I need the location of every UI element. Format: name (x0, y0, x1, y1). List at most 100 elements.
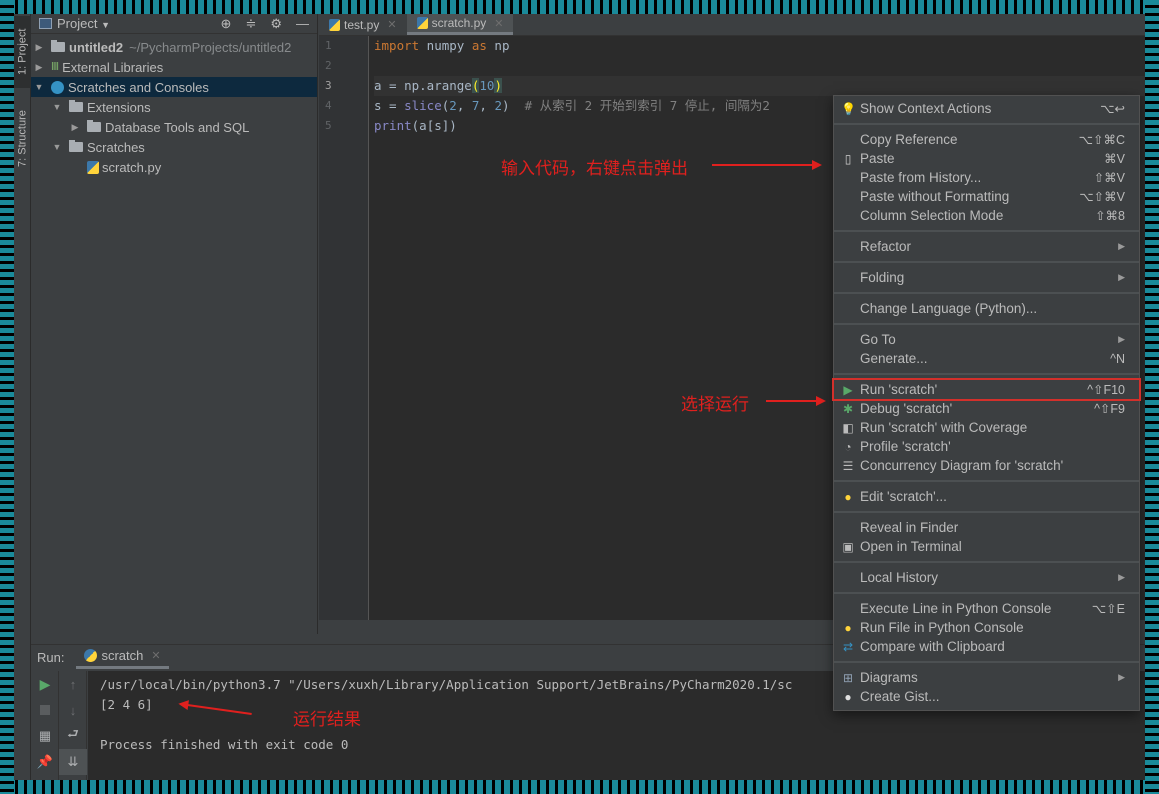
menu-item-shortcut: ^N (1110, 351, 1125, 366)
soft-wrap-button[interactable]: ⮐ (59, 723, 87, 749)
menu-item-concurrency-diagram-for-scratch[interactable]: ☰ Concurrency Diagram for 'scratch' (834, 456, 1139, 475)
stop-icon (40, 705, 50, 715)
tab-label: scratch.py (431, 16, 487, 30)
menu-item-copy-reference[interactable]: Copy Reference ⌥⇧⌘C (834, 130, 1139, 149)
tab-test-py[interactable]: test.py ✕ (319, 14, 407, 35)
tree-item-scratch-py[interactable]: scratch.py (31, 157, 317, 177)
menu-item-local-history[interactable]: Local History ▶ (834, 568, 1139, 587)
menu-item-paste-without-formatting[interactable]: Paste without Formatting ⌥⇧⌘V (834, 187, 1139, 206)
menu-item-label: Paste from History... (860, 170, 982, 185)
tree-item-database-tools[interactable]: ▶ Database Tools and SQL (31, 117, 317, 137)
menu-item-label: Copy Reference (860, 132, 958, 147)
menu-item-debug-scratch[interactable]: ✱ Debug 'scratch' ^⇧F9 (834, 399, 1139, 418)
menu-item-label: Execute Line in Python Console (860, 601, 1052, 616)
layout-button[interactable]: ▦ (31, 723, 59, 749)
menu-item-label: Compare with Clipboard (860, 639, 1005, 654)
collapse-arrow-icon[interactable]: ▼ (33, 82, 45, 92)
menu-item-open-in-terminal[interactable]: ▣ Open in Terminal (834, 537, 1139, 556)
menu-item-create-gist[interactable]: ● Create Gist... (834, 687, 1139, 706)
rerun-button[interactable]: ▶ (31, 671, 59, 697)
menu-item-shortcut: ⌥⇧⌘V (1079, 190, 1125, 204)
folder-icon (87, 120, 101, 132)
menu-item-profile-scratch[interactable]: ◔ Profile 'scratch' (834, 437, 1139, 456)
annotation-arrow-right (712, 160, 822, 170)
tree-item-extensions[interactable]: ▼ Extensions (31, 97, 317, 117)
folder-icon (51, 40, 65, 52)
tree-item-scratches[interactable]: ▼ Scratches (31, 137, 317, 157)
close-tab-icon[interactable]: ✕ (151, 649, 160, 662)
menu-separator (834, 368, 1139, 380)
expand-arrow-icon[interactable]: ▶ (33, 62, 45, 73)
line-number: 2 (325, 59, 332, 72)
close-tab-icon[interactable]: ✕ (494, 17, 503, 30)
collapse-arrow-icon[interactable]: ▼ (51, 102, 63, 112)
tool-tab-project-label: 1: Project (16, 28, 29, 76)
menu-item-reveal-in-finder[interactable]: Reveal in Finder (834, 518, 1139, 537)
menu-item-label: Debug 'scratch' (860, 401, 953, 416)
menu-item-label: Generate... (860, 351, 928, 366)
menu-item-paste[interactable]: ▯ Paste ⌘V (834, 149, 1139, 168)
project-view-dropdown[interactable]: Project ▼ (57, 16, 110, 31)
submenu-arrow-icon: ▶ (1118, 572, 1125, 582)
menu-item-run-scratch[interactable]: ▶ Run 'scratch' ^⇧F10 (832, 378, 1141, 401)
tree-item-scratches-and-consoles[interactable]: ▼ Scratches and Consoles (31, 77, 317, 97)
decorative-border-left (0, 0, 14, 794)
menu-item-refactor[interactable]: Refactor ▶ (834, 237, 1139, 256)
menu-item-compare-with-clipboard[interactable]: ⇄ Compare with Clipboard (834, 637, 1139, 656)
folder-icon (69, 100, 83, 112)
menu-separator (834, 506, 1139, 518)
scroll-to-end-button[interactable]: ⇊ (59, 749, 87, 775)
menu-separator (834, 587, 1139, 599)
run-tab-scratch[interactable]: scratch ✕ (76, 645, 169, 669)
tool-tab-project[interactable]: 1: Project (14, 16, 31, 88)
menu-item-shortcut: ⌥⇧E (1091, 602, 1125, 616)
menu-item-change-language-python[interactable]: Change Language (Python)... (834, 299, 1139, 318)
menu-item-shortcut: ^⇧F10 (1087, 383, 1125, 397)
submenu-arrow-icon: ▶ (1118, 672, 1125, 682)
tool-tab-structure[interactable]: 7: Structure (14, 98, 31, 180)
menu-item-go-to[interactable]: Go To ▶ (834, 330, 1139, 349)
compare-icon: ⇄ (842, 639, 854, 654)
decorative-border-top (0, 0, 1159, 14)
close-tab-icon[interactable]: ✕ (387, 18, 396, 31)
expand-arrow-icon[interactable]: ▶ (33, 42, 45, 53)
stop-button[interactable] (31, 697, 59, 723)
github-icon: ● (844, 689, 852, 704)
collapse-arrow-icon[interactable]: ▼ (51, 142, 63, 152)
collapse-all-icon[interactable]: ≑ (245, 16, 256, 32)
scroll-down-button[interactable]: ↓ (59, 697, 87, 723)
tree-item-external-libraries[interactable]: ▶ ‖‖ External Libraries (31, 57, 317, 77)
python-icon (84, 649, 98, 662)
menu-item-run-file-in-python-console[interactable]: ● Run File in Python Console (834, 618, 1139, 637)
menu-item-edit-scratch[interactable]: ● Edit 'scratch'... (834, 487, 1139, 506)
tree-item-label: scratch.py (102, 159, 162, 175)
tree-item-untitled2[interactable]: ▶ untitled2 ~/PycharmProjects/untitled2 (31, 37, 317, 57)
menu-item-run-scratch-with-coverage[interactable]: ◧ Run 'scratch' with Coverage (834, 418, 1139, 437)
scratches-icon (51, 80, 64, 94)
menu-item-label: Folding (860, 270, 905, 285)
menu-item-shortcut: ⇧⌘V (1093, 171, 1125, 185)
pin-button[interactable]: 📌 (31, 749, 59, 775)
expand-arrow-icon[interactable]: ▶ (69, 122, 81, 133)
gear-icon[interactable]: ⚙ (270, 16, 282, 32)
menu-item-diagrams[interactable]: ⊞ Diagrams ▶ (834, 668, 1139, 687)
menu-item-execute-line-in-python-console[interactable]: Execute Line in Python Console ⌥⇧E (834, 599, 1139, 618)
tree-item-path: ~/PycharmProjects/untitled2 (129, 39, 292, 55)
menu-item-generate[interactable]: Generate... ^N (834, 349, 1139, 368)
menu-item-paste-from-history[interactable]: Paste from History... ⇧⌘V (834, 168, 1139, 187)
hide-icon[interactable]: — (296, 16, 309, 32)
tree-item-label: Scratches (87, 139, 145, 155)
menu-item-show-context-actions[interactable]: 💡 Show Context Actions ⌥↩ (834, 99, 1139, 118)
menu-item-label: Local History (860, 570, 939, 585)
menu-item-column-selection-mode[interactable]: Column Selection Mode ⇧⌘8 (834, 206, 1139, 225)
scroll-up-button[interactable]: ↑ (59, 671, 87, 697)
menu-separator (834, 475, 1139, 487)
tool-tab-structure-label: 7: Structure (16, 110, 29, 168)
tab-scratch-py[interactable]: scratch.py ✕ (406, 14, 514, 35)
menu-item-label: Reveal in Finder (860, 520, 959, 535)
menu-item-folding[interactable]: Folding ▶ (834, 268, 1139, 287)
locate-icon[interactable]: ⊕ (221, 16, 232, 32)
menu-item-label: Paste without Formatting (860, 189, 1010, 204)
decorative-border-bottom (0, 780, 1159, 794)
